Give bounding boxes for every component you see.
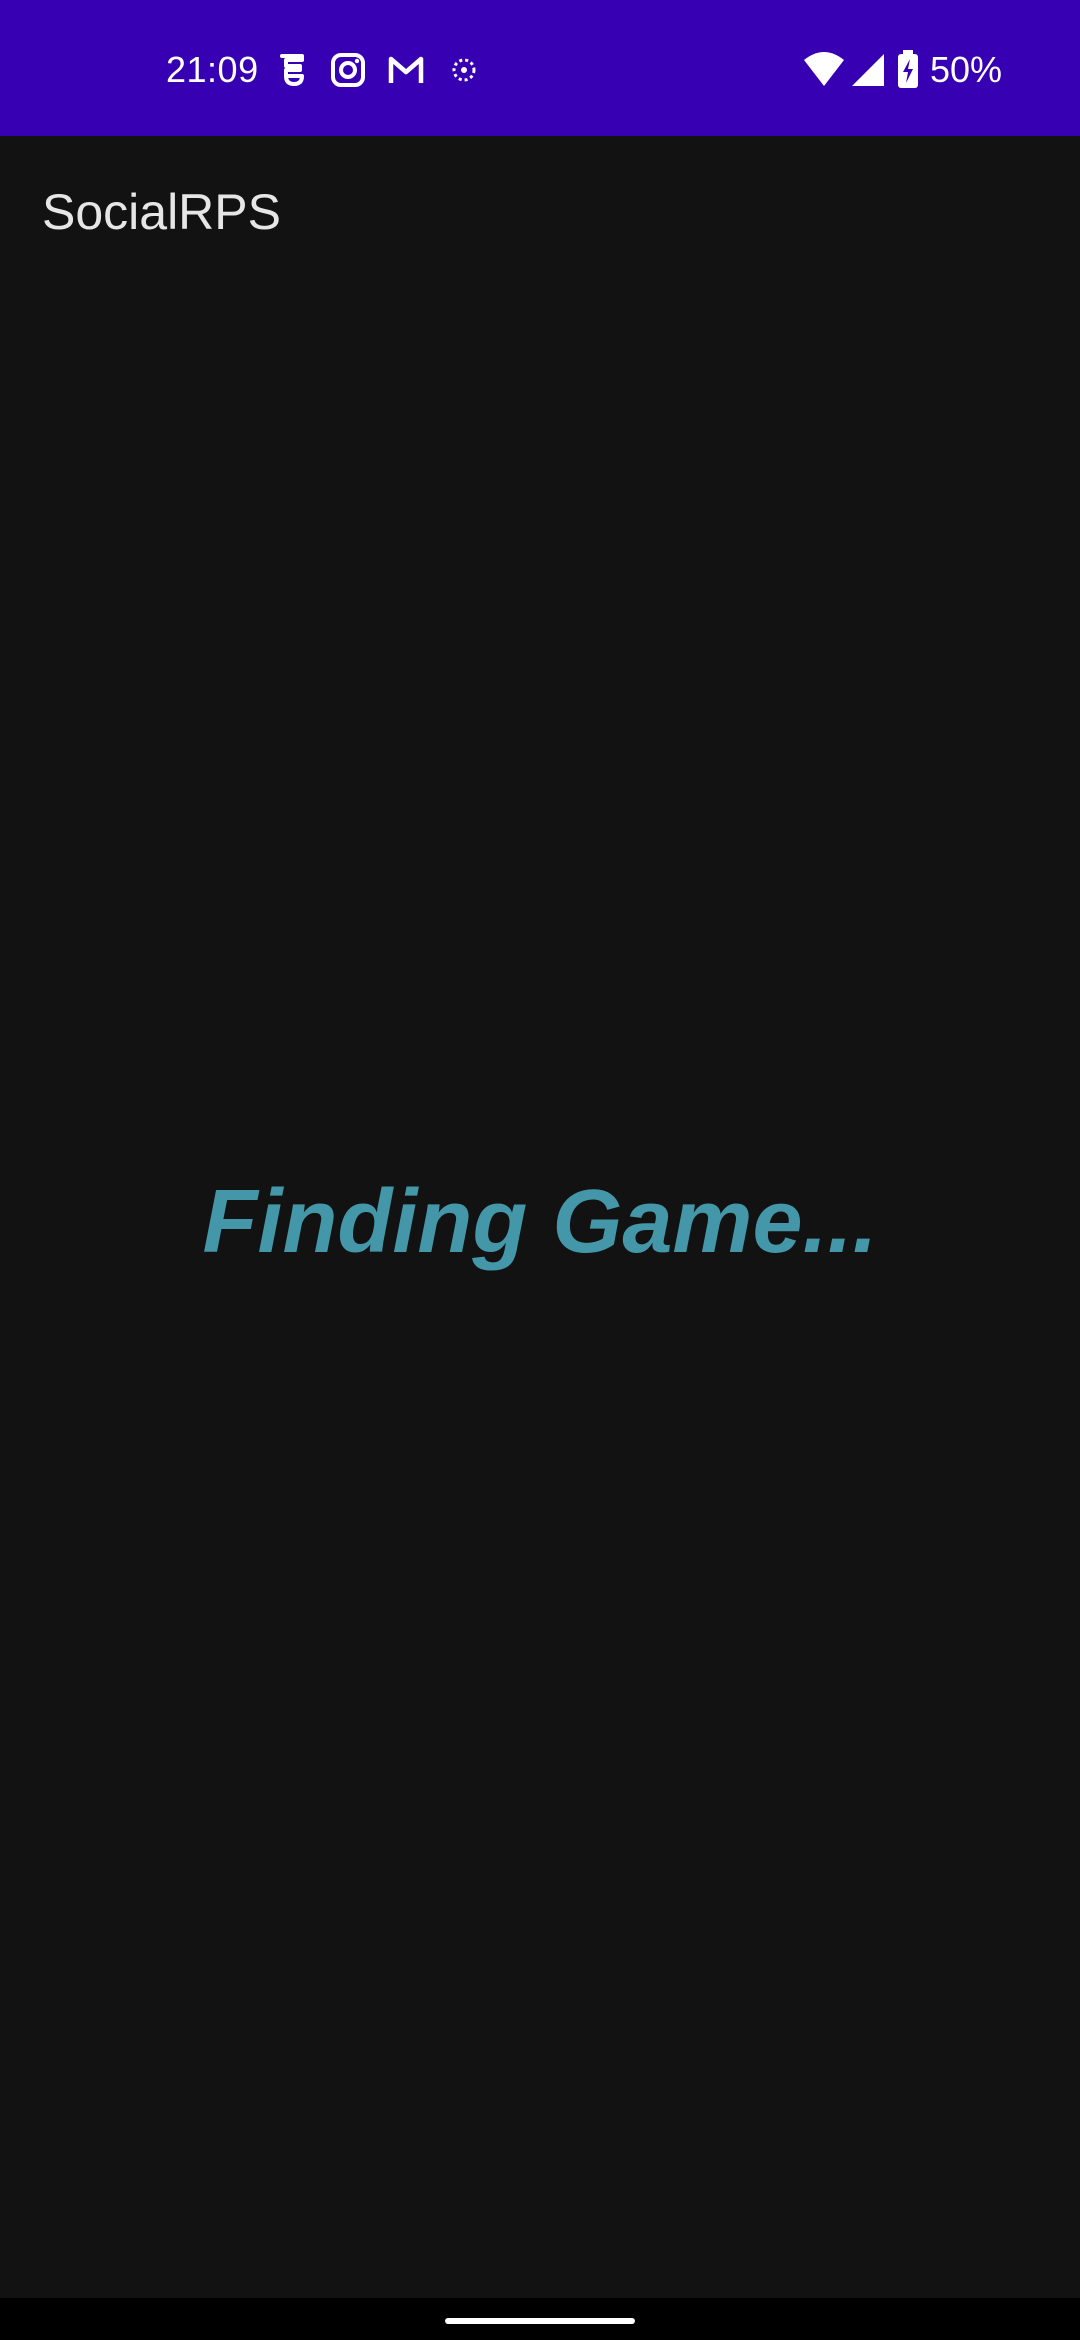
navigation-bar — [0, 2298, 1080, 2340]
circle-dots-icon — [452, 58, 476, 82]
battery-charging-icon — [898, 50, 918, 88]
wifi-icon — [804, 52, 844, 86]
app-title: SocialRPS — [42, 184, 281, 240]
gmail-icon — [388, 56, 424, 83]
status-time: 21:09 — [166, 49, 259, 90]
chat-bubble-icon — [280, 54, 304, 86]
instagram-icon — [331, 53, 365, 87]
home-gesture-handle[interactable] — [445, 2318, 635, 2324]
finding-game-message: Finding Game... — [202, 1172, 878, 1272]
signal-icon — [852, 54, 884, 86]
status-bar: 21:09 50% — [0, 0, 1080, 136]
battery-percentage: 50% — [930, 49, 1003, 90]
